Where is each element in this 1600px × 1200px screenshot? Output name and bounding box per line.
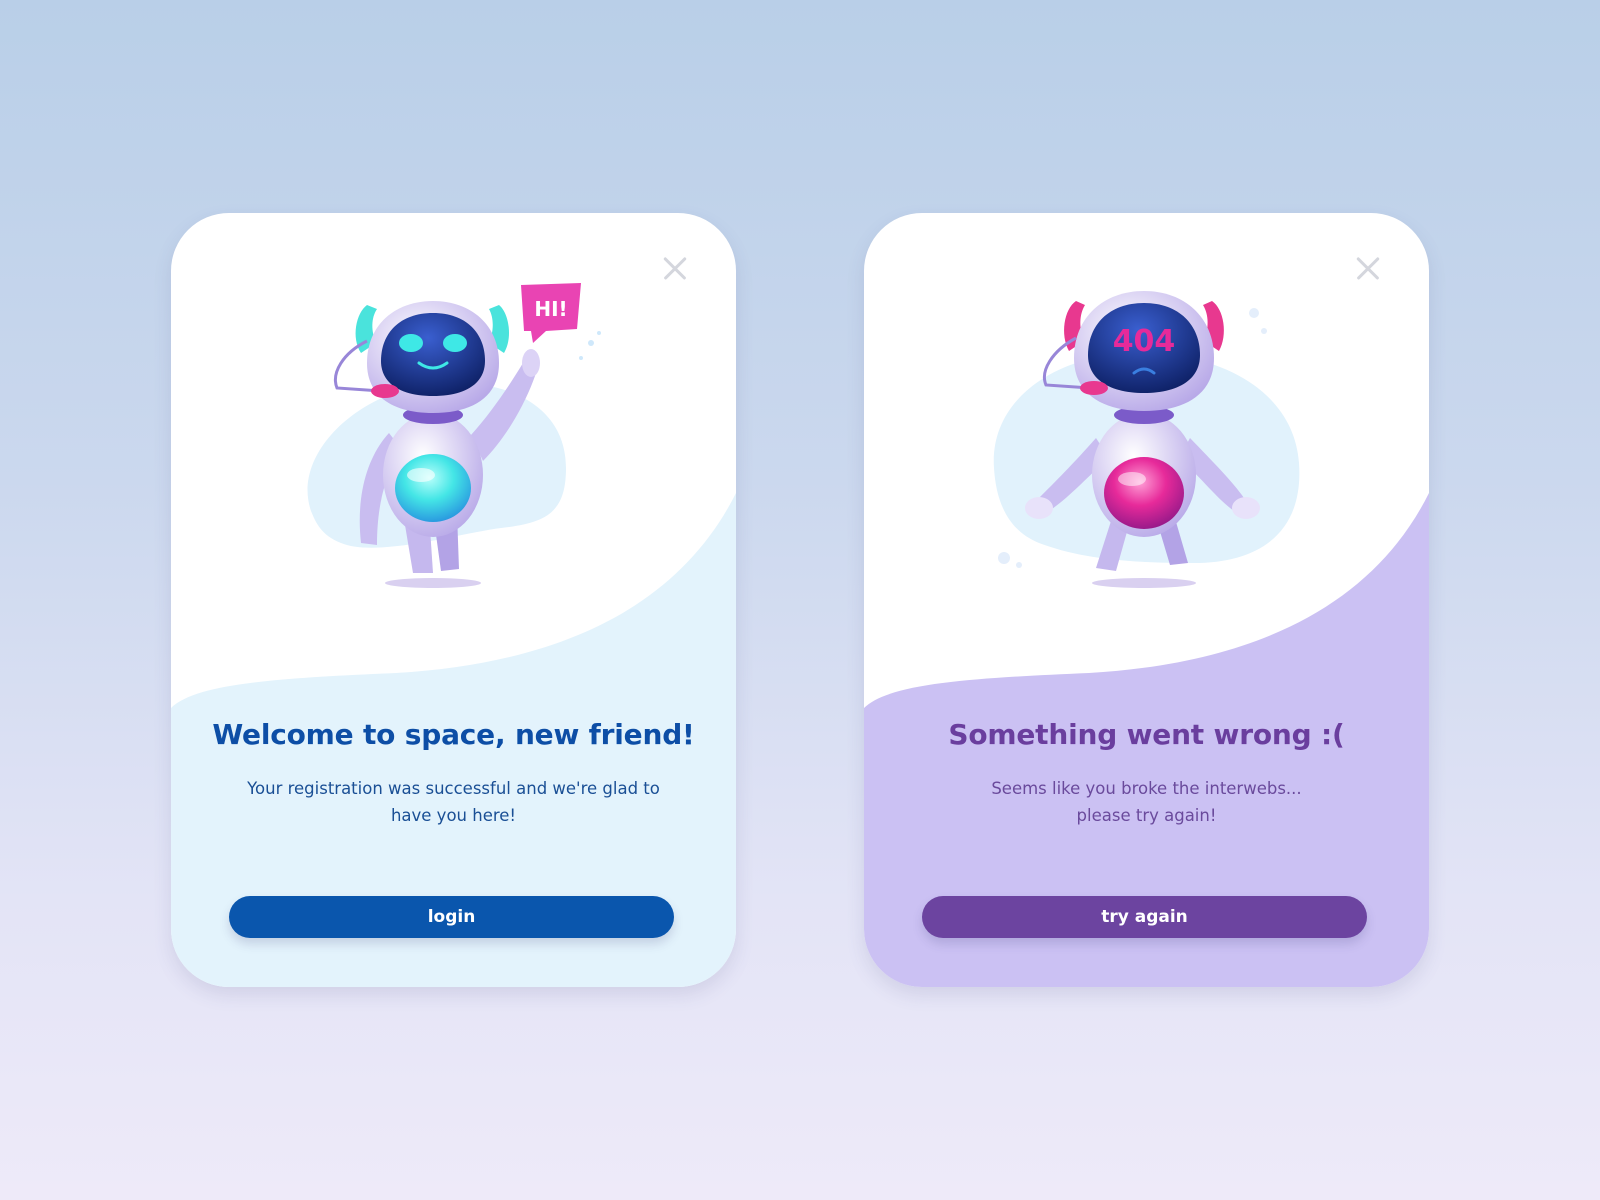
dialog-title: Something went wrong :( [948, 718, 1345, 751]
waving-robot-illustration: HI! [307, 283, 601, 588]
speech-bubble-text: HI! [534, 297, 567, 321]
error-dialog: 404 Something went wrong :( Seems like y… [864, 213, 1429, 987]
success-dialog: HI! Welcome to space, new friend! Your r… [171, 213, 736, 987]
dialog-message: Your registration was successful and we'… [247, 779, 660, 825]
dialog-message: Seems like you broke the interwebs... pl… [991, 779, 1302, 825]
try-again-button[interactable]: try again [922, 896, 1367, 938]
error-robot-illustration: 404 [993, 291, 1300, 588]
dialog-title: Welcome to space, new friend! [212, 718, 695, 751]
login-button[interactable]: login [229, 896, 674, 938]
error-code-text: 404 [1113, 324, 1176, 359]
